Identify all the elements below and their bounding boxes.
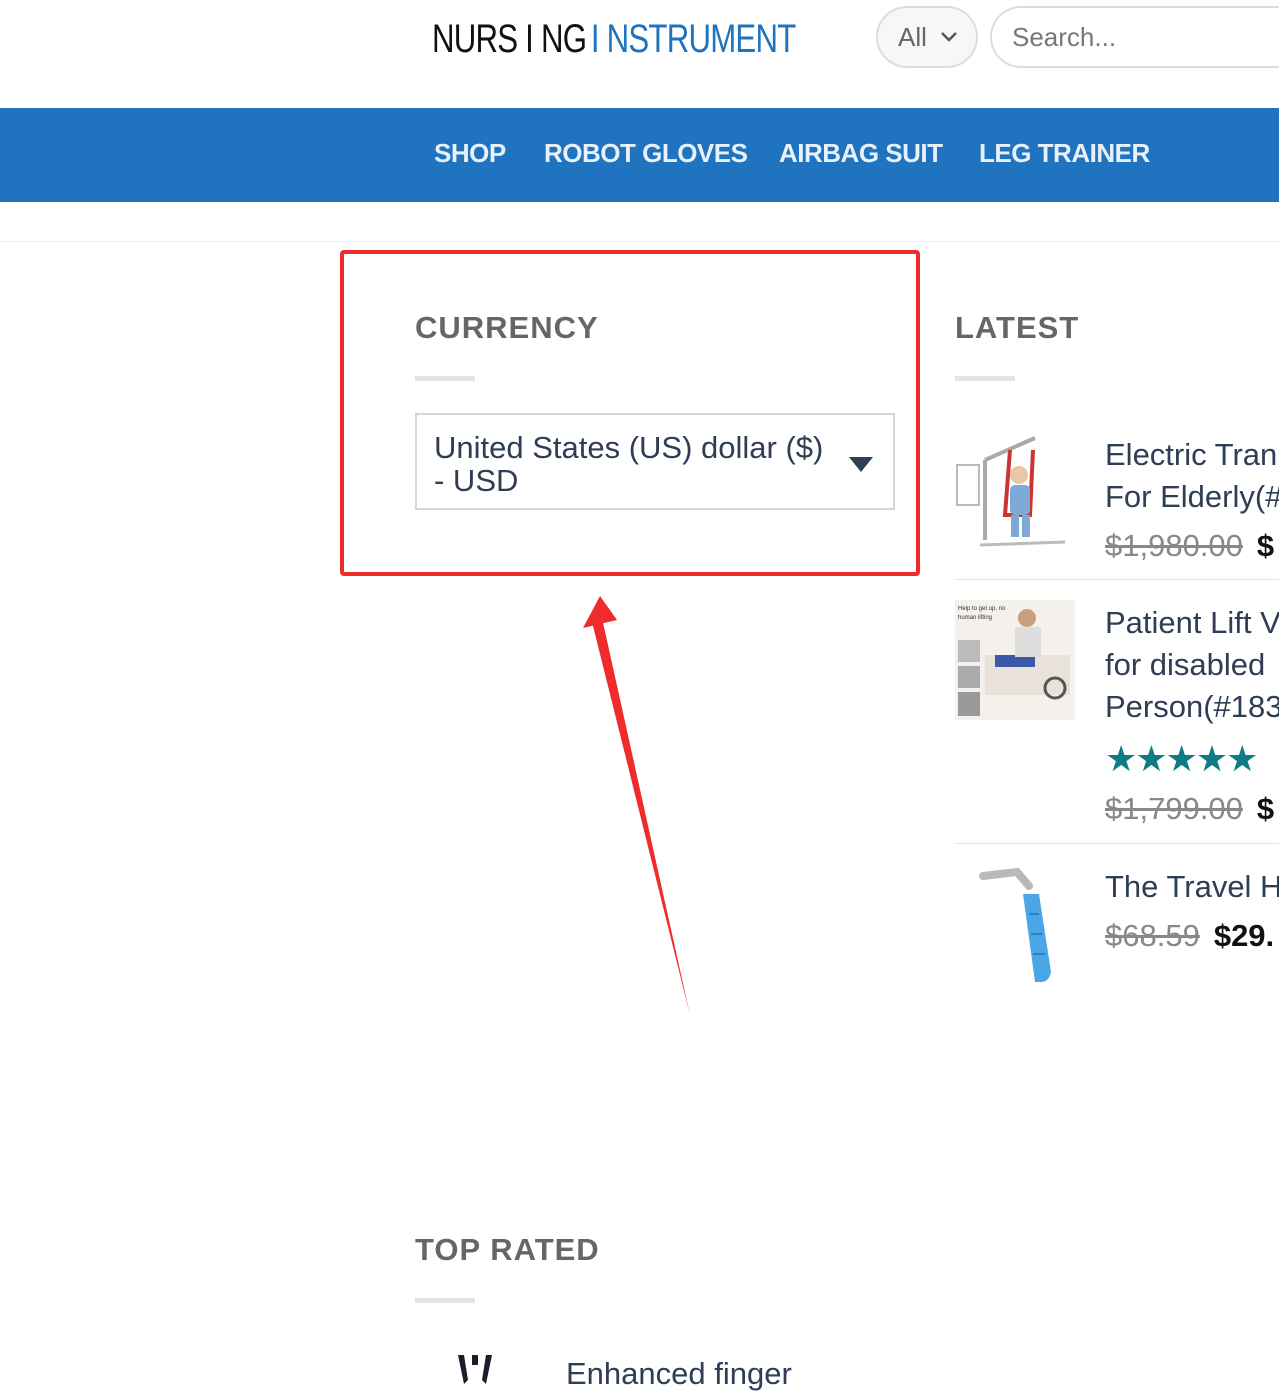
product-title: Patient Lift V: [1105, 605, 1279, 640]
product-title: Person(#183: [1105, 689, 1279, 724]
product-price: $68.59 $29.: [1105, 918, 1274, 954]
top-rated-widget-title: TOP RATED: [415, 1232, 600, 1267]
thumb-caption: Help to get up, no: [958, 606, 1006, 612]
product-title: for disabled: [1105, 647, 1266, 682]
logo-text-instrument: I NSTRUMENT: [590, 17, 796, 61]
widget-title-underline: [415, 1298, 475, 1303]
product-title: For Elderly(#: [1105, 479, 1279, 514]
nav-item-leg-trainer[interactable]: LEG TRAINER: [979, 138, 1150, 169]
product-title: The Travel H: [1105, 869, 1279, 904]
list-item[interactable]: Help to get up, no human lifting Patient…: [955, 600, 1279, 843]
old-price: $1,799.00: [1105, 791, 1243, 826]
category-select-value: All: [898, 21, 927, 52]
list-item[interactable]: The Travel H $68.59 $29.: [955, 864, 1279, 994]
product-price: $1,799.00 $: [1105, 791, 1274, 827]
star-rating: ★★★★★: [1105, 738, 1258, 779]
product-thumbnail: [458, 1355, 492, 1384]
main-nav: SHOP ROBOT GLOVES AIRBAG SUIT LEG TRAINE…: [0, 108, 1279, 202]
product-price: $1,980.00 $: [1105, 528, 1274, 564]
annotation-highlight-box: [340, 250, 920, 576]
old-price: $1,980.00: [1105, 528, 1243, 563]
category-select[interactable]: All: [876, 6, 978, 68]
sale-price: $: [1256, 528, 1275, 563]
thumb-caption: human lifting: [958, 615, 992, 621]
site-header: NURS I NG I NSTRUMENT All: [0, 0, 1279, 108]
sale-price: $29.: [1213, 918, 1275, 953]
chevron-down-icon: [941, 32, 957, 42]
nav-item-shop[interactable]: SHOP: [434, 138, 506, 169]
latest-widget-title: LATEST: [955, 310, 1080, 345]
logo-text-nursing: NURS I NG: [432, 17, 587, 61]
widget-title-underline: [955, 376, 1015, 381]
product-thumbnail: [955, 864, 1075, 984]
search-input[interactable]: [990, 6, 1279, 68]
divider: [955, 843, 1279, 844]
old-price: $68.59: [1105, 918, 1200, 953]
sale-price: $: [1256, 791, 1275, 826]
nav-item-airbag-suit[interactable]: AIRBAG SUIT: [779, 138, 943, 169]
product-title: Electric Tran: [1105, 437, 1278, 472]
product-thumbnail: Help to get up, no human lifting: [955, 600, 1075, 720]
product-thumbnail: [955, 430, 1075, 550]
divider: [0, 241, 1279, 242]
divider: [955, 579, 1279, 580]
site-logo[interactable]: NURS I NG I NSTRUMENT: [432, 16, 796, 62]
list-item[interactable]: Electric Tran For Elderly(# $1,980.00 $: [955, 430, 1279, 580]
nav-item-robot-gloves[interactable]: ROBOT GLOVES: [544, 138, 748, 169]
